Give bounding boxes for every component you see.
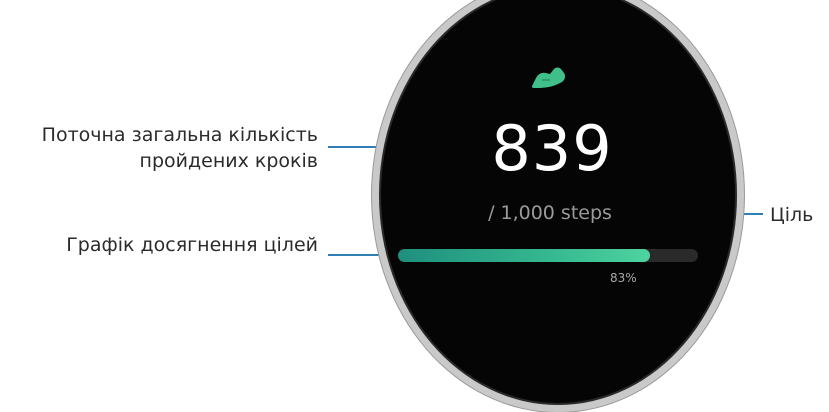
goal-progress-bar <box>398 249 698 262</box>
annotation-goal: Ціль <box>770 204 814 226</box>
annotation-goal-graph: Графік досягнення цілей <box>66 234 318 256</box>
running-shoe-icon <box>528 60 568 92</box>
goal-text: / 1,000 steps <box>488 202 612 224</box>
progress-percent: 83% <box>610 271 637 285</box>
annotation-current-steps: Поточна загальна кількість пройдених кро… <box>42 122 318 174</box>
goal-progress-fill <box>398 249 650 262</box>
annotation-current-steps-line2: пройдених кроків <box>139 150 318 172</box>
annotation-current-steps-line1: Поточна загальна кількість <box>41 124 318 146</box>
steps-count: 839 <box>491 112 613 185</box>
